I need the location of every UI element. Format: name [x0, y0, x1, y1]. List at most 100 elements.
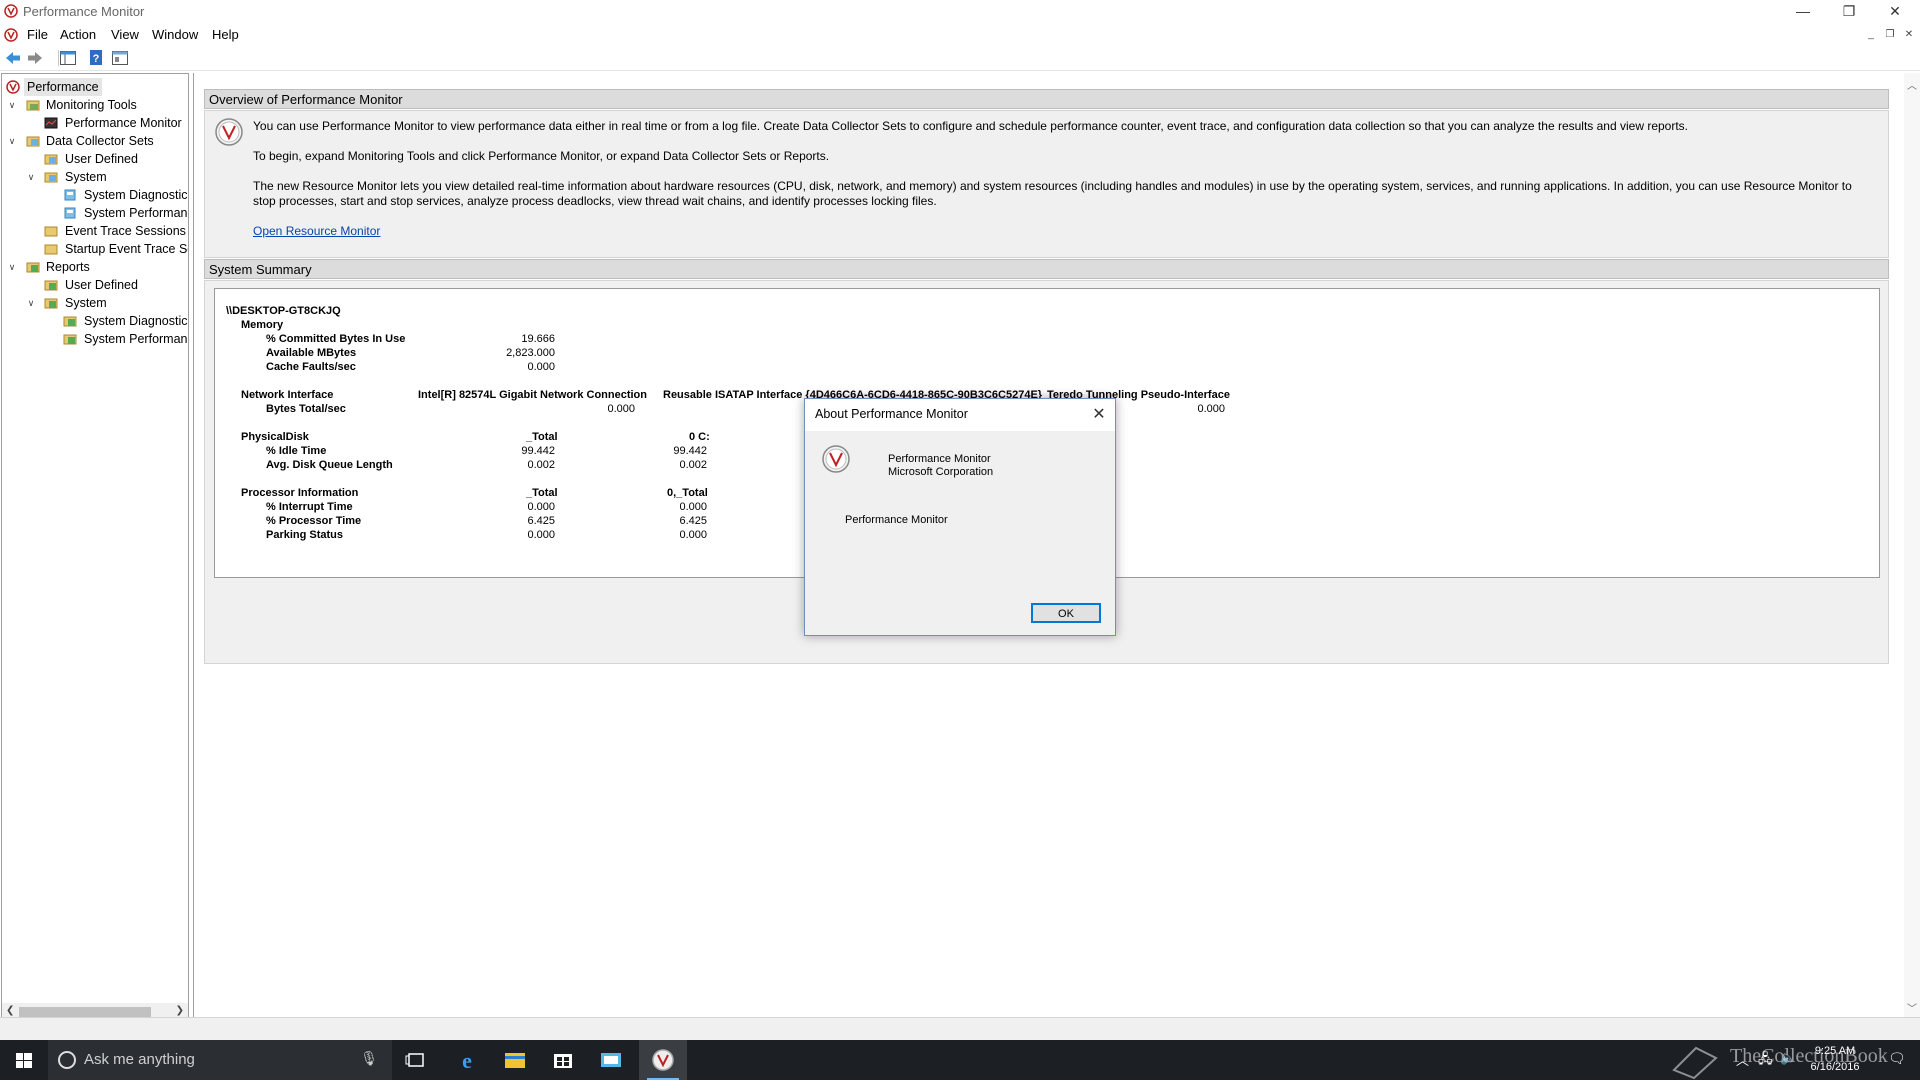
memory-row-value: 2,823.000 [506, 347, 555, 359]
properties-icon[interactable] [111, 49, 129, 67]
performance-monitor-app-icon [4, 4, 18, 18]
cortana-search-box[interactable]: Ask me anything 🎙 [48, 1040, 392, 1080]
report-icon [63, 316, 77, 327]
tree-item-label: Startup Event Trace Ses [65, 242, 189, 256]
back-icon[interactable] [4, 49, 22, 67]
network-monitor-app-icon[interactable] [587, 1040, 635, 1080]
file-explorer-icon[interactable] [491, 1040, 539, 1080]
performance-monitor-icon [215, 118, 243, 146]
scrollbar-thumb[interactable] [19, 1007, 151, 1017]
scroll-down-icon[interactable]: ﹀ [1907, 1000, 1917, 1015]
windows-start-icon[interactable] [0, 1040, 48, 1080]
expand-chevron-icon[interactable]: ∨ [25, 168, 37, 186]
tree-item-label: Monitoring Tools [46, 98, 137, 112]
tree-item-label: Reports [46, 260, 90, 274]
data-collector-set-icon [64, 207, 76, 219]
network-col-1: Intel[R] 82574L Gigabit Network Connecti… [418, 389, 647, 401]
overview-paragraph-1: You can use Performance Monitor to view … [253, 119, 1689, 133]
report-folder-icon [44, 298, 58, 309]
disk-label: PhysicalDisk [241, 431, 309, 443]
system-summary-header[interactable]: System Summary [204, 259, 1889, 279]
disk-col-2: 0 C: [689, 431, 710, 443]
close-button[interactable]: ✕ [1872, 0, 1918, 24]
processor-row-name: % Processor Time [266, 515, 362, 527]
processor-row-value-1: 6.425 [527, 515, 555, 527]
overview-header[interactable]: Overview of Performance Monitor [204, 89, 1889, 109]
processor-row-name: Parking Status [266, 529, 344, 541]
memory-row-name: Cache Faults/sec [266, 361, 356, 373]
book-logo-icon [1672, 1046, 1718, 1080]
title-bar: Performance Monitor — ❐ ✕ [0, 0, 1920, 24]
folder-icon [44, 154, 58, 165]
processor-row-value-2: 6.425 [679, 515, 707, 527]
details-vertical-scrollbar[interactable]: ︿ ﹀ [1904, 73, 1920, 1019]
dialog-title-bar[interactable]: About Performance Monitor ✕ [805, 399, 1115, 431]
restore-button[interactable]: ❐ [1826, 0, 1872, 24]
reports-icon [26, 262, 40, 273]
memory-row-name: Available MBytes [266, 347, 357, 359]
taskbar: Ask me anything 🎙 e TheCollectionBook ︿ … [0, 1040, 1920, 1080]
performance-monitor-icon [822, 445, 850, 473]
volume-icon[interactable]: 🔈 [1780, 1050, 1796, 1090]
disk-col-1: _Total [526, 431, 558, 443]
expand-chevron-icon[interactable]: ∨ [6, 132, 18, 150]
processor-label: Processor Information [241, 487, 359, 499]
child-minimize-icon[interactable]: _ [1864, 28, 1878, 42]
show-hide-tree-icon[interactable] [59, 49, 77, 67]
navigation-tree: Performance ∨ Monitoring Tools Performan… [1, 73, 189, 1021]
processor-row-value-1: 0.000 [527, 501, 555, 513]
clock-time: 9:25 AM [1814, 1045, 1856, 1057]
edge-browser-icon[interactable]: e [443, 1040, 491, 1080]
memory-row-value: 0.000 [527, 361, 555, 373]
disk-row-name: Avg. Disk Queue Length [266, 459, 393, 471]
window-title: Performance Monitor [23, 4, 145, 19]
action-center-icon[interactable]: 🗨 [1888, 1050, 1906, 1090]
ok-button[interactable]: OK [1031, 603, 1101, 623]
tree-item-label: Performance Monitor [65, 116, 182, 130]
help-icon[interactable]: ? [88, 49, 106, 67]
performance-monitor-taskbar-button[interactable] [639, 1040, 687, 1080]
memory-row-value: 19.666 [521, 333, 555, 345]
expand-chevron-icon[interactable]: ∨ [6, 96, 18, 114]
microphone-icon[interactable]: 🎙 [360, 1050, 378, 1067]
network-label: Network Interface [241, 389, 334, 401]
status-bar [0, 1017, 1920, 1040]
scroll-left-icon[interactable]: ❮ [6, 1005, 14, 1016]
processor-col-2: 0,_Total [667, 487, 708, 499]
network-icon[interactable]: 🖧 [1758, 1050, 1773, 1090]
scroll-up-icon[interactable]: ︿ [1907, 77, 1917, 92]
tree-item-label: Event Trace Sessions [65, 224, 186, 238]
system-menu-icon[interactable] [4, 28, 18, 42]
tree-item-label: System Diagnostics [84, 188, 189, 202]
minimize-button[interactable]: — [1780, 0, 1826, 24]
child-restore-icon[interactable]: ❐ [1883, 28, 1897, 42]
expand-chevron-icon[interactable]: ∨ [25, 294, 37, 312]
menu-action[interactable]: Action [60, 27, 96, 42]
network-value-3: 0.000 [1197, 403, 1225, 415]
tree-item-label: System Performanc [84, 206, 189, 220]
open-resource-monitor-link[interactable]: Open Resource Monitor [253, 224, 380, 238]
taskbar-clock[interactable]: 9:25 AM 6/16/2016 [1800, 1043, 1870, 1075]
tree-item-label: User Defined [65, 152, 138, 166]
menu-view[interactable]: View [111, 27, 139, 42]
expand-chevron-icon[interactable]: ∨ [6, 258, 18, 276]
child-close-icon[interactable]: ✕ [1902, 28, 1916, 42]
menu-file[interactable]: File [27, 27, 48, 42]
folder-icon [44, 244, 58, 255]
processor-row-value-1: 0.000 [527, 529, 555, 541]
data-collector-set-icon [64, 189, 76, 201]
show-hidden-icons-icon[interactable]: ︿ [1736, 1050, 1749, 1090]
data-collector-sets-icon [26, 136, 40, 147]
memory-label: Memory [241, 319, 284, 331]
processor-row-value-2: 0.000 [679, 501, 707, 513]
menu-window[interactable]: Window [152, 27, 198, 42]
menu-help[interactable]: Help [212, 27, 239, 42]
folder-icon [44, 172, 58, 183]
tree-item-label: Performance [24, 78, 102, 96]
forward-icon[interactable] [26, 49, 44, 67]
store-icon[interactable] [539, 1040, 587, 1080]
dialog-close-icon[interactable]: ✕ [1087, 403, 1111, 427]
task-view-icon[interactable] [392, 1040, 440, 1080]
scroll-right-icon[interactable]: ❯ [176, 1005, 184, 1016]
clock-date: 6/16/2016 [1810, 1061, 1860, 1073]
